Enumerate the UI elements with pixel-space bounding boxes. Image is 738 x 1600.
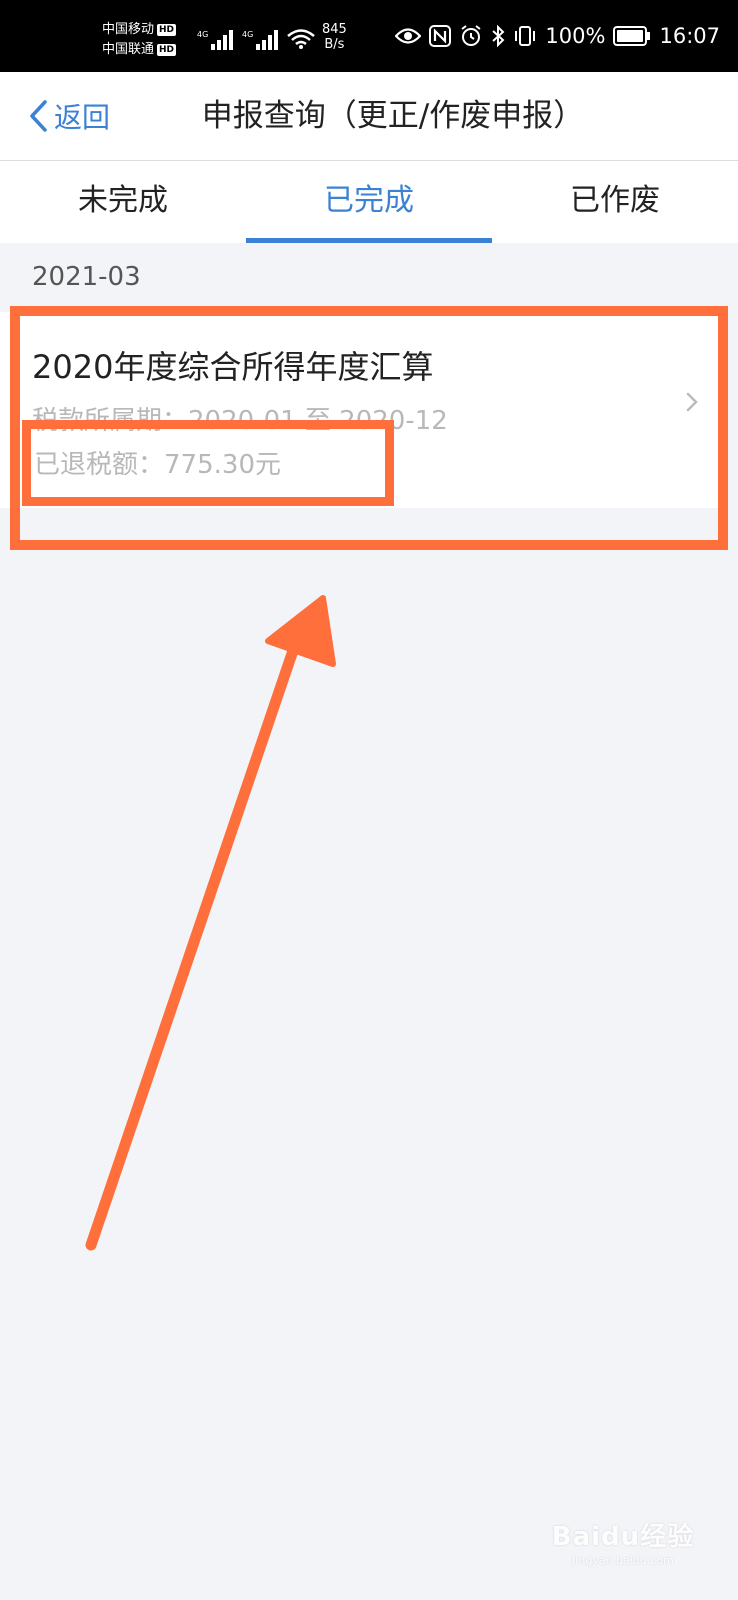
watermark-logo: Baidu经验 (551, 1522, 695, 1552)
watermark-url: jingyan.baidu.com (572, 1554, 674, 1567)
baidu-watermark: Baidu经验 jingyan.baidu.com (538, 1520, 708, 1580)
annotation-arrow (85, 595, 336, 1251)
